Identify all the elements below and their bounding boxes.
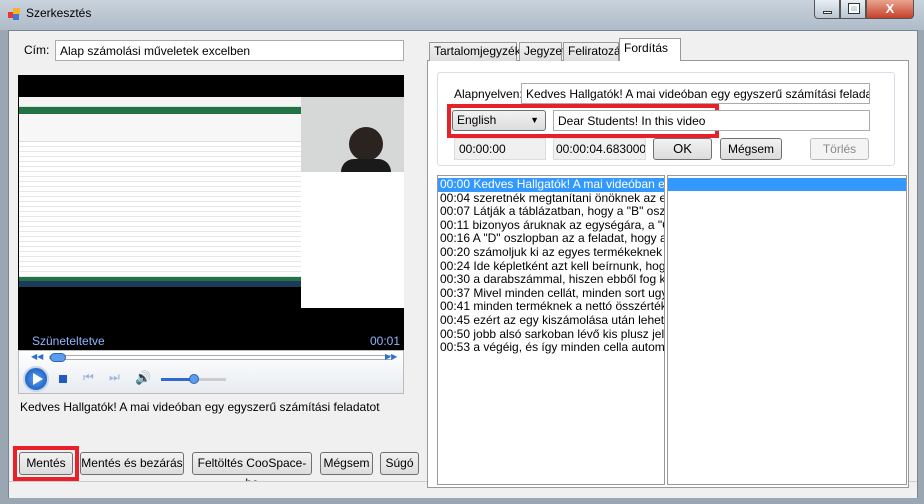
- minimize-button[interactable]: [814, 0, 840, 19]
- maximize-icon: [848, 3, 860, 14]
- previous-icon[interactable]: ⏮: [83, 370, 94, 385]
- close-button[interactable]: X: [866, 0, 914, 19]
- rewind-icon[interactable]: ◀◀: [31, 352, 43, 361]
- title-input[interactable]: Alap számolási műveletek excelben: [55, 40, 404, 61]
- tab-subtitles[interactable]: Feliratozás: [563, 42, 627, 61]
- save-button[interactable]: Mentés: [19, 452, 73, 475]
- title-bar: [0, 0, 924, 30]
- delete-button[interactable]: Törlés: [810, 138, 869, 160]
- video-player[interactable]: Szüneteltetve 00:01: [18, 75, 404, 350]
- help-button[interactable]: Súgó: [380, 452, 419, 475]
- end-time-field: 00:00:04.6830000: [553, 138, 646, 160]
- tab-notes[interactable]: Jegyzet: [519, 42, 565, 61]
- source-input[interactable]: Kedves Hallgatók! A mai videóban egy egy…: [521, 83, 870, 104]
- upload-coospace-button[interactable]: Feltöltés CooSpace-be: [192, 452, 312, 490]
- video-frame-spreadsheet: [19, 97, 301, 287]
- subtitle-item[interactable]: 00:20 számoljuk ki az egyes termékeknek …: [438, 245, 664, 260]
- seek-slider[interactable]: [49, 353, 394, 362]
- tab-translation[interactable]: Fordítás: [619, 38, 681, 61]
- chevron-down-icon: ▼: [530, 115, 539, 125]
- subtitle-item[interactable]: 00:30 a darabszámmal, hiszen ebből fog k…: [438, 273, 664, 287]
- subtitle-list[interactable]: 00:00 Kedves Hallgatók! A mai videóban e…: [437, 175, 665, 485]
- subtitle-item[interactable]: 00:11 bizonyos áruknak az egységára, a "…: [438, 218, 664, 233]
- seek-thumb[interactable]: [50, 353, 66, 362]
- maximize-button[interactable]: [840, 0, 866, 19]
- tab-contents[interactable]: Tartalomjegyzék: [429, 42, 521, 61]
- fast-forward-icon[interactable]: ▶▶: [385, 352, 397, 361]
- stop-button[interactable]: [59, 375, 67, 383]
- player-time: 00:01: [369, 334, 400, 348]
- subtitle-item[interactable]: 00:07 Látják a táblázatban, hogy a "B" o…: [438, 205, 664, 219]
- subtitle-item[interactable]: 00:00 Kedves Hallgatók! A mai videóban e…: [438, 177, 664, 192]
- subtitle-item[interactable]: 00:45 ezért az egy kiszámolása után lehe…: [438, 313, 664, 328]
- subtitle-item[interactable]: 00:50 jobb alsó sarkoban lévő kis plusz …: [438, 327, 664, 342]
- subtitle-item[interactable]: 00:41 minden terméknek a nettó összérték…: [438, 300, 664, 314]
- translation-input[interactable]: Dear Students! In this video: [553, 110, 870, 131]
- volume-icon[interactable]: 🔊: [135, 370, 151, 386]
- current-caption: Kedves Hallgatók! A mai videóban egy egy…: [20, 400, 380, 414]
- title-label: Cím:: [24, 43, 50, 57]
- save-and-close-button[interactable]: Mentés és bezárás: [80, 452, 184, 475]
- video-frame-webcam: [301, 97, 404, 172]
- start-time-field: 00:00:00: [454, 138, 546, 160]
- subtitle-item[interactable]: 00:24 Ide képletként azt kell beírnunk, …: [438, 259, 664, 274]
- subtitle-item[interactable]: 00:04 szeretnék megtanítani önöknek az e…: [438, 191, 664, 206]
- subtitle-item[interactable]: 00:37 Mivel minden cellát, minden sort u…: [438, 286, 664, 301]
- translation-cancel-button[interactable]: Mégsem: [720, 138, 782, 160]
- subtitle-item[interactable]: 00:53 a végéig, és így minden cella auto…: [438, 341, 664, 355]
- play-button[interactable]: [23, 366, 49, 392]
- subtitle-item[interactable]: 00:16 A "D" oszlopban az a feladat, hogy…: [438, 232, 664, 246]
- player-status: Szüneteltetve: [32, 334, 105, 348]
- source-label: Alapnyelven:: [454, 87, 523, 101]
- next-icon[interactable]: ⏭: [109, 370, 120, 385]
- play-icon: [33, 373, 43, 385]
- translation-list[interactable]: [667, 175, 907, 485]
- language-select[interactable]: English ▼: [452, 110, 546, 131]
- minimize-icon: [823, 11, 832, 14]
- app-icon: [8, 8, 20, 20]
- language-value: English: [457, 113, 497, 127]
- window-title: Szerkesztés: [26, 6, 92, 20]
- translation-list-selected-row[interactable]: [668, 178, 906, 191]
- player-controls: ◀◀ ▶▶ ⏮ ⏭ 🔊: [18, 350, 404, 394]
- ok-button[interactable]: OK: [653, 138, 712, 160]
- volume-slider[interactable]: [161, 374, 226, 384]
- volume-thumb[interactable]: [189, 374, 199, 384]
- cancel-button[interactable]: Mégsem: [320, 452, 373, 475]
